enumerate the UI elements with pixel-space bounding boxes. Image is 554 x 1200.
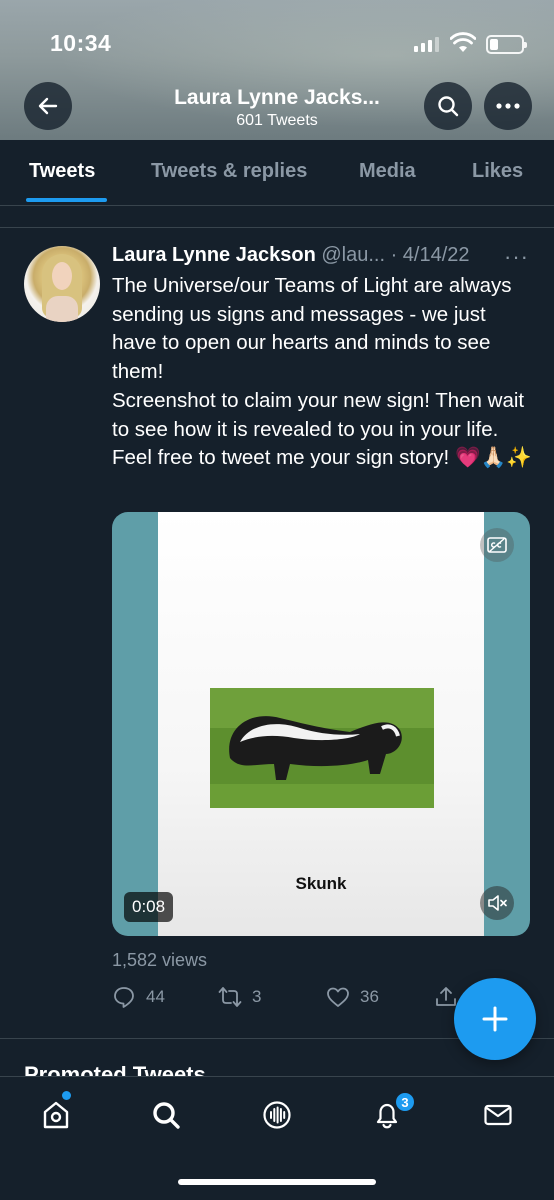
arrow-left-icon <box>38 97 58 115</box>
search-button[interactable] <box>424 82 472 130</box>
closed-captions-button[interactable] <box>480 528 514 562</box>
battery-icon <box>486 35 527 54</box>
retweet-count: 3 <box>252 987 262 1006</box>
tweet-more-button[interactable]: ··· <box>504 244 529 270</box>
home-icon <box>43 1101 69 1129</box>
tab-tweets[interactable]: Tweets <box>29 160 95 183</box>
cellular-signal-icon <box>414 36 439 52</box>
status-time: 10:34 <box>50 30 112 56</box>
messages-icon <box>484 1104 512 1126</box>
back-button[interactable] <box>24 82 72 130</box>
tweet-text: The Universe/our Teams of Light are alwa… <box>112 274 532 470</box>
nav-search[interactable] <box>146 1095 186 1135</box>
reply-count: 44 <box>146 987 165 1006</box>
view-count: 1,582 views <box>112 950 208 970</box>
previous-tweet-edge <box>0 206 554 228</box>
share-button[interactable] <box>434 984 458 1010</box>
compose-tweet-button[interactable] <box>454 978 536 1060</box>
avatar[interactable] <box>24 246 100 322</box>
tweet-header: Laura Lynne Jackson @lau... · 4/14/22 <box>112 244 470 267</box>
closed-captions-icon <box>487 537 507 553</box>
wifi-icon <box>450 32 476 52</box>
share-icon <box>436 987 456 1006</box>
tab-media[interactable]: Media <box>359 160 416 183</box>
nav-spaces[interactable] <box>257 1095 297 1135</box>
reply-button[interactable]: 44 <box>112 984 165 1010</box>
tweet-count: 601 Tweets <box>236 112 318 129</box>
spaces-icon <box>263 1101 291 1129</box>
plus-icon <box>482 1006 508 1032</box>
notifications-badge: 3 <box>394 1091 416 1113</box>
search-icon <box>438 96 459 117</box>
more-horizontal-icon <box>496 103 520 109</box>
tweet-date: · 4/14/22 <box>390 244 470 266</box>
nav-home[interactable] <box>36 1095 76 1135</box>
nav-messages[interactable] <box>478 1095 518 1135</box>
battery-level <box>490 39 498 50</box>
like-button[interactable]: 36 <box>326 984 379 1010</box>
heart-icon <box>327 987 349 1007</box>
volume-mute-icon <box>488 895 507 911</box>
retweet-button[interactable]: 3 <box>218 984 261 1010</box>
home-unread-dot <box>62 1091 71 1100</box>
video-duration: 0:08 <box>124 892 174 922</box>
tab-tweets-replies[interactable]: Tweets & replies <box>151 160 307 183</box>
reply-icon <box>114 987 134 1008</box>
tab-likes[interactable]: Likes <box>472 160 523 183</box>
search-icon <box>153 1102 180 1129</box>
profile-name: Laura Lynne Jacks... <box>174 86 380 109</box>
tweet-handle[interactable]: @lau... <box>321 244 385 266</box>
mute-button[interactable] <box>480 886 514 920</box>
more-options-button[interactable] <box>484 82 532 130</box>
video-caption: Skunk <box>295 874 347 893</box>
section-title: Promoted Tweets <box>24 1064 206 1076</box>
like-count: 36 <box>360 987 379 1006</box>
status-bar: 10:34 <box>0 0 554 80</box>
tweet-video[interactable]: Skunk 0:08 <box>112 512 530 936</box>
tweet-author-name[interactable]: Laura Lynne Jackson <box>112 244 316 266</box>
active-tab-indicator <box>26 198 107 202</box>
home-indicator <box>178 1179 376 1185</box>
profile-tabs: Tweets Tweets & replies Media Likes <box>0 140 554 206</box>
retweet-icon <box>218 987 242 1007</box>
profile-header: Laura Lynne Jacks... 601 Tweets <box>110 86 444 130</box>
skunk-image <box>210 688 434 808</box>
